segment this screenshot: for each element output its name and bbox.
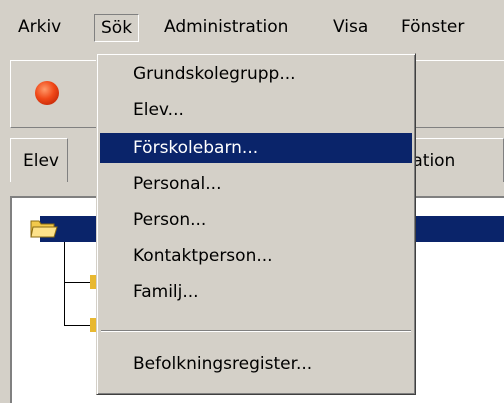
menu-item-forskolebarn[interactable]: Förskolebarn... <box>100 133 412 163</box>
tree-connector <box>64 242 65 326</box>
menu-arkiv[interactable]: Arkiv <box>12 14 67 40</box>
stop-icon[interactable] <box>35 81 59 105</box>
tab-elev[interactable]: Elev <box>10 138 68 182</box>
menu-visa[interactable]: Visa <box>327 14 374 40</box>
menu-item-elev[interactable]: Elev... <box>100 95 412 125</box>
menu-sok[interactable]: Sök <box>94 14 140 42</box>
menu-item-befolkningsregister[interactable]: Befolkningsregister... <box>100 349 412 379</box>
tree-connector <box>64 325 92 326</box>
menu-bar: Arkiv Sök Administration Visa Fönster <box>0 0 504 50</box>
menu-item-grundskolegrupp[interactable]: Grundskolegrupp... <box>100 59 412 89</box>
sok-dropdown-menu: Grundskolegrupp... Elev... Förskolebarn.… <box>96 53 416 395</box>
tree-connector <box>64 282 92 283</box>
folder-icon <box>30 220 58 238</box>
menu-item-familj[interactable]: Familj... <box>100 277 412 307</box>
menu-item-person[interactable]: Person... <box>100 205 412 235</box>
menu-separator <box>101 330 411 332</box>
menu-administration[interactable]: Administration <box>158 14 294 40</box>
menu-item-personal[interactable]: Personal... <box>100 169 412 199</box>
menu-fonster[interactable]: Fönster <box>395 14 470 40</box>
menu-item-kontaktperson[interactable]: Kontaktperson... <box>100 241 412 271</box>
